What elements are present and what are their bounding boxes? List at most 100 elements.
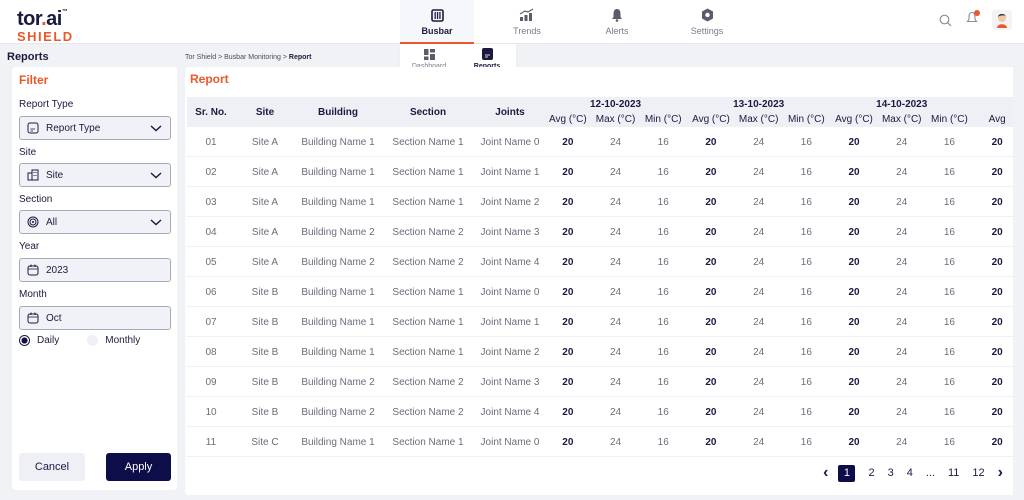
chevron-down-icon [150,172,162,179]
cell-avg: 20 [848,317,860,328]
table-row[interactable]: 06 Site B Building Name 1 Section Name 1 Joi… [187,277,1013,307]
cell-max: 24 [753,317,765,328]
cell-sr: 04 [205,227,217,238]
cell-section: Section Name 1 [392,317,464,328]
sub-column-header: Avg (°C) [692,114,730,125]
pagination-page[interactable]: 1 [838,464,856,482]
cell-max: 24 [896,377,908,388]
report-type-label: Report Type [19,99,74,110]
cell-avg: 20 [848,377,860,388]
table-row[interactable]: 11 Site C Building Name 1 Section Name 1 Joi… [187,427,1013,457]
cell-avg: 20 [848,287,860,298]
report-type-select[interactable]: Report Type [19,116,171,140]
section-select[interactable]: All [19,210,171,234]
table-row[interactable]: 07 Site B Building Name 1 Section Name 1 Joi… [187,307,1013,337]
cell-sr: 10 [205,407,217,418]
pagination-next-button[interactable]: › [998,464,1003,482]
apply-button[interactable]: Apply [106,453,171,481]
cell-max: 24 [896,137,908,148]
cell-max: 24 [896,347,908,358]
cell-building: Building Name 1 [301,347,375,358]
top-right-actions [939,10,1012,30]
table-row[interactable]: 09 Site B Building Name 2 Section Name 2 Joi… [187,367,1013,397]
avatar[interactable] [992,10,1012,30]
date-group-header: 13-10-2023 [733,99,785,110]
cell-min: 16 [657,167,669,178]
column-header[interactable]: Site [239,107,291,118]
cell-max: 24 [753,137,765,148]
pagination-page[interactable]: 2 [868,467,874,479]
month-picker[interactable]: Oct [19,306,171,330]
pagination-page[interactable]: 12 [972,467,984,479]
cell-site: Site B [251,347,279,358]
cell-min: 16 [800,137,812,148]
pagination-page[interactable]: 3 [888,467,894,479]
radio-unselected-indicator [87,335,99,346]
cell-avg: 20 [848,347,860,358]
cell-min: 16 [800,407,812,418]
cell-joint: Joint Name 1 [480,317,540,328]
cell-min: 16 [800,317,812,328]
notifications-button[interactable] [966,10,980,29]
cell-max: 24 [896,167,908,178]
nav-settings[interactable]: Settings [670,0,744,44]
cell-sr: 05 [205,257,217,268]
cell-avg: 20 [562,347,574,358]
cell-max: 24 [896,317,908,328]
logo[interactable]: tor.ai™ SHIELD [17,9,74,43]
breadcrumb-item[interactable]: Busbar Monitoring [224,54,281,61]
cell-avg: 20 [848,167,860,178]
breadcrumb-item[interactable]: Tor Shield [185,54,216,61]
cell-section: Section Name 1 [392,437,464,448]
cell-max: 24 [609,287,622,298]
calendar-icon [27,312,39,324]
column-header[interactable]: Section [385,107,471,118]
site-value: Site [46,169,64,181]
product-name: SHIELD [17,29,74,44]
table-row[interactable]: 02 Site A Building Name 1 Section Name 1 Joi… [187,157,1013,187]
search-icon[interactable] [939,14,952,27]
top-bar: tor.ai™ SHIELD Busbar Trends Alerts Sett… [0,0,1024,44]
report-panel: Report Sr. No. Site Building Section Joints 1… [185,67,1019,495]
column-header[interactable]: Building [295,107,381,118]
cancel-button[interactable]: Cancel [19,453,85,481]
radio-daily[interactable]: Daily [19,335,59,346]
nav-trends[interactable]: Trends [490,0,564,44]
cell-building: Building Name 1 [301,167,375,178]
pagination-page[interactable]: 11 [948,467,959,479]
column-header[interactable]: Joints [472,107,548,118]
pagination-page[interactable]: 4 [907,467,913,479]
cell-max: 24 [753,437,765,448]
cell-max: 24 [609,347,622,358]
nav-alerts[interactable]: Alerts [580,0,654,44]
site-select[interactable]: Site [19,163,171,187]
cell-min: 16 [657,197,669,208]
cell-min: 16 [800,377,812,388]
calendar-icon [27,264,39,276]
report-icon [481,48,493,60]
radio-monthly[interactable]: Monthly [87,335,140,346]
cell-avg: 20 [562,227,574,238]
sub-column-header: Min (°C) [787,114,825,125]
pagination-prev-button[interactable]: ‹ [823,464,828,482]
chevron-down-icon [150,219,162,226]
table-row[interactable]: 04 Site A Building Name 2 Section Name 2 Joi… [187,217,1013,247]
nav-busbar[interactable]: Busbar [400,0,474,44]
table-row[interactable]: 05 Site A Building Name 2 Section Name 2 Joi… [187,247,1013,277]
report-type-value: Report Type [46,122,101,134]
cell-max: 24 [609,227,622,238]
table-row[interactable]: 08 Site B Building Name 1 Section Name 1 Joi… [187,337,1013,367]
table-row[interactable]: 01 Site A Building Name 1 Section Name 1 Joi… [187,127,1013,157]
horizontal-scroll-area[interactable] [1013,67,1019,495]
year-picker[interactable]: 2023 [19,258,171,282]
sub-column-header: Max (°C) [595,114,636,125]
cell-avg: 20 [562,407,574,418]
table-row[interactable]: 10 Site B Building Name 2 Section Name 2 Joi… [187,397,1013,427]
main-nav: Busbar Trends Alerts Settings [400,0,760,44]
table-row[interactable]: 03 Site A Building Name 1 Section Name 1 Joi… [187,187,1013,217]
cell-avg: 20 [562,437,574,448]
nav-label: Trends [513,26,541,36]
cell-section: Section Name 1 [392,347,464,358]
column-header[interactable]: Sr. No. [187,107,235,118]
sub-column-header: Min (°C) [644,114,682,125]
